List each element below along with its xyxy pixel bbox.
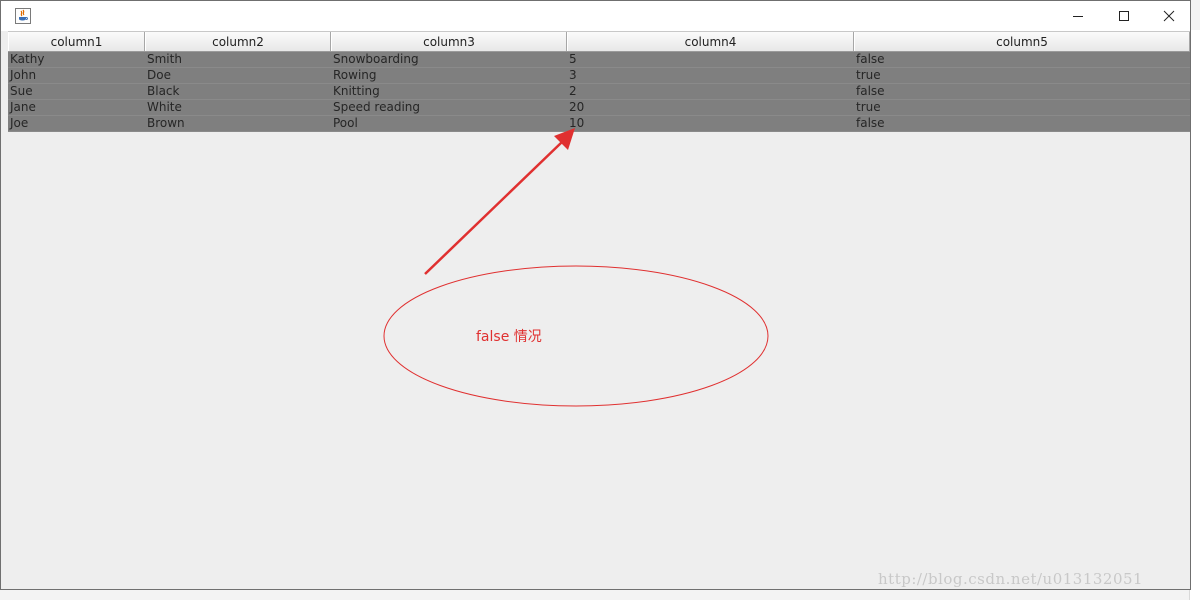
table-cell[interactable]: false (854, 116, 1190, 131)
table-cell[interactable]: Snowboarding (331, 52, 567, 67)
table-cell[interactable]: Brown (145, 116, 331, 131)
column-header-1[interactable]: column1 (8, 32, 145, 51)
table-cell[interactable]: false (854, 84, 1190, 99)
table-cell[interactable]: Rowing (331, 68, 567, 83)
table-cell[interactable]: Jane (8, 100, 145, 115)
table-cell[interactable]: false (854, 52, 1190, 67)
java-icon[interactable] (15, 8, 31, 24)
close-icon (1163, 10, 1175, 22)
table-row[interactable]: Joe Brown Pool 10 false (8, 116, 1190, 132)
maximize-button[interactable] (1101, 1, 1147, 31)
table-row[interactable]: Sue Black Knitting 2 false (8, 84, 1190, 100)
table-body: Kathy Smith Snowboarding 5 false John Do… (8, 52, 1190, 132)
table-cell[interactable]: John (8, 68, 145, 83)
table-row[interactable]: Jane White Speed reading 20 true (8, 100, 1190, 116)
table-row[interactable]: John Doe Rowing 3 true (8, 68, 1190, 84)
table-cell[interactable]: Doe (145, 68, 331, 83)
column-header-4[interactable]: column4 (567, 32, 854, 51)
table-cell[interactable]: Kathy (8, 52, 145, 67)
table-cell[interactable]: 20 (567, 100, 854, 115)
table-cell[interactable]: Pool (331, 116, 567, 131)
table-row[interactable]: Kathy Smith Snowboarding 5 false (8, 52, 1190, 68)
table-cell[interactable]: Joe (8, 116, 145, 131)
table-cell[interactable]: Smith (145, 52, 331, 67)
table-cell[interactable]: White (145, 100, 331, 115)
table-cell[interactable]: Sue (8, 84, 145, 99)
annotation-label: false 情况 (476, 329, 542, 345)
table-cell[interactable]: Speed reading (331, 100, 567, 115)
table-header: column1 column2 column3 column4 column5 (8, 31, 1190, 52)
watermark: http://blog.csdn.net/u013132051 (878, 570, 1144, 588)
window-content: column1 column2 column3 column4 column5 … (8, 31, 1190, 589)
minimize-button[interactable] (1055, 1, 1101, 31)
table-cell[interactable]: 5 (567, 52, 854, 67)
table-cell[interactable]: Black (145, 84, 331, 99)
minimize-icon (1073, 16, 1083, 17)
column-header-2[interactable]: column2 (145, 32, 331, 51)
column-header-5[interactable]: column5 (854, 32, 1190, 51)
table-cell[interactable]: true (854, 100, 1190, 115)
maximize-icon (1119, 11, 1129, 21)
table-cell[interactable]: true (854, 68, 1190, 83)
close-button[interactable] (1146, 1, 1192, 31)
table-cell[interactable]: 2 (567, 84, 854, 99)
title-bar[interactable] (1, 1, 1190, 31)
column-header-3[interactable]: column3 (331, 32, 567, 51)
table-cell[interactable]: 10 (567, 116, 854, 131)
table-cell[interactable]: 3 (567, 68, 854, 83)
table-cell[interactable]: Knitting (331, 84, 567, 99)
java-window: column1 column2 column3 column4 column5 … (0, 0, 1191, 590)
